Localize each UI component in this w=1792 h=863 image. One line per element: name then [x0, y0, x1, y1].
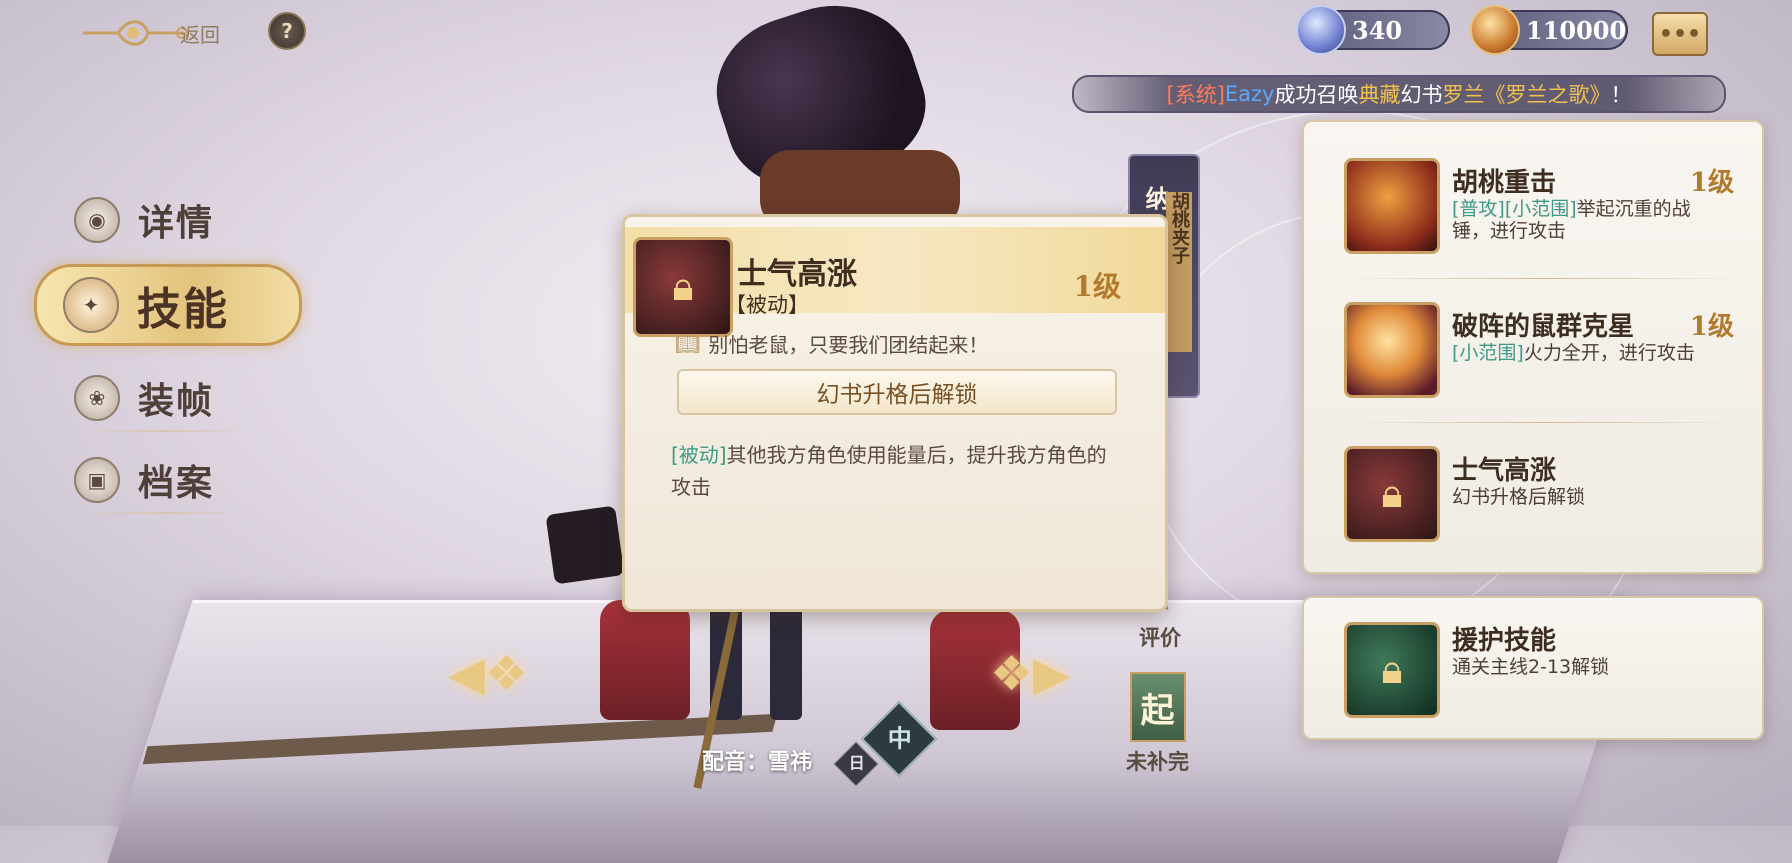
broadcast-prefix: [系统] [1166, 83, 1225, 107]
back-button[interactable]: 返回 [78, 8, 248, 58]
lotus-icon: ❀ [74, 375, 120, 421]
nav-divider [86, 430, 246, 432]
unlock-condition-button[interactable]: 幻书升格后解锁 [677, 369, 1117, 415]
crystal-gem-icon [1296, 5, 1346, 55]
popup-quote: 📖︎ 别怕老鼠，只要我们团结起来！ [675, 329, 988, 358]
popup-quote-text: 别怕老鼠，只要我们团结起来！ [708, 333, 989, 357]
soldier-left-hat [545, 505, 625, 585]
skill-name: 士气高涨 [1452, 456, 1557, 486]
nav-archive-label: 档案 [138, 462, 215, 504]
assist-skill-panel[interactable]: 🔒︎ 援护技能 通关主线2-13解锁 [1302, 596, 1764, 740]
locked-assist-icon: 🔒︎ [1344, 622, 1440, 718]
popup-level: 1级 [1073, 270, 1121, 303]
help-button[interactable]: ? [268, 12, 306, 50]
row-divider [1344, 422, 1744, 423]
row-divider [1344, 278, 1744, 279]
broadcast-player: Eazy [1224, 82, 1275, 106]
nav-divider [86, 512, 246, 514]
nav-binding[interactable]: ❀ 装帧 [74, 372, 214, 424]
book-icon: 📖︎ [675, 331, 701, 356]
popup-header: 🔒︎ 士气高涨 【被动】 1级 [625, 227, 1165, 337]
skill-desc: [小范围]火力全开，进行攻击 [1452, 342, 1712, 364]
broadcast-book: 罗兰《罗兰之歌》 [1442, 83, 1611, 107]
broadcast-suffix: ！ [1610, 83, 1632, 107]
system-broadcast: [系统] Eazy 成功召唤 典藏 幻书 罗兰《罗兰之歌》 ！ [1072, 75, 1726, 113]
voice-actor-label: 配音：雪祎 [702, 750, 813, 775]
hammer-strike-icon [1344, 158, 1440, 254]
nav-details[interactable]: ◉ 详情 [74, 194, 214, 246]
lock-icon: 🔒︎ [1381, 471, 1403, 517]
lock-icon: 🔒︎ [672, 264, 694, 310]
skill-level: 1级 [1689, 168, 1734, 198]
skill-name: 破阵的鼠群克星 [1452, 312, 1635, 342]
skill-detail-popup: 🔒︎ 士气高涨 【被动】 1级 📖︎ 别怕老鼠，只要我们团结起来！ 幻书升格后解… [622, 214, 1168, 612]
skill-tags: [普攻][小范围] [1452, 198, 1577, 220]
popup-skill-icon: 🔒︎ [633, 237, 733, 337]
soldier-left [600, 600, 690, 720]
skill-row[interactable]: 破阵的鼠群克星 1级 [小范围]火力全开，进行攻击 [1344, 302, 1744, 422]
popup-type: 【被动】 [725, 293, 809, 317]
lock-icon: 🔒︎ [1381, 647, 1403, 693]
popup-title: 士气高涨 [737, 257, 857, 292]
broadcast-text1: 成功召唤 [1274, 83, 1359, 107]
language-jp-label: 日 [848, 753, 865, 773]
skill-list-panel: 胡桃重击 1级 [普攻][小范围]举起沉重的战锤，进行攻击 破阵的鼠群克星 1级… [1302, 120, 1764, 574]
archive-icon: ▣ [74, 457, 120, 503]
skill-desc-text: 幻书升格后解锁 [1452, 486, 1586, 508]
skill-level: 1级 [1689, 312, 1734, 342]
unfinished-button[interactable]: 起 未补完 [1126, 672, 1189, 776]
popup-desc-tag: [被动] [671, 443, 727, 467]
gold-coin-icon [1470, 5, 1520, 55]
popup-desc-text: 其他我方角色使用能量后，提升我方角色的攻击 [671, 443, 1107, 499]
prev-character-arrow-icon[interactable]: ◀❖ [448, 646, 528, 702]
gold-count: 110000 [1526, 15, 1627, 45]
nav-skills-label: 技能 [137, 284, 229, 335]
eye-icon: ◉ [74, 197, 120, 243]
skill-desc: 幻书升格后解锁 [1452, 486, 1712, 508]
skill-desc: [普攻][小范围]举起沉重的战锤，进行攻击 [1452, 198, 1712, 242]
broadcast-text2: 幻书 [1400, 83, 1443, 107]
skill-icon: ✦ [63, 277, 119, 333]
skill-desc-text: 火力全开，进行攻击 [1523, 342, 1695, 364]
language-cn-label: 中 [887, 723, 912, 753]
skill-row[interactable]: 🔒︎ 士气高涨 幻书升格后解锁 [1344, 446, 1744, 566]
locked-skill-icon: 🔒︎ [1344, 446, 1440, 542]
popup-description: [被动]其他我方角色使用能量后，提升我方角色的攻击 [671, 439, 1121, 503]
nav-details-label: 详情 [138, 202, 215, 244]
skill-name: 胡桃重击 [1452, 168, 1557, 198]
gem-currency[interactable]: 340 [1296, 5, 1450, 55]
gem-count: 340 [1352, 15, 1403, 45]
next-character-arrow-icon[interactable]: ❖▶ [990, 646, 1070, 702]
gold-currency[interactable]: 110000 [1470, 5, 1628, 55]
ornate-back-arrow-icon [83, 20, 188, 46]
back-label: 返回 [180, 22, 220, 47]
review-label: 评价 [1139, 625, 1181, 650]
skill-row[interactable]: 胡桃重击 1级 [普攻][小范围]举起沉重的战锤，进行攻击 [1344, 158, 1744, 278]
book-tab-name: 胡桃夹子 [1166, 192, 1192, 352]
unfinished-label: 未补完 [1126, 749, 1189, 774]
skill-tags: [小范围] [1452, 342, 1524, 364]
broadcast-rarity: 典藏 [1358, 83, 1401, 107]
nav-binding-label: 装帧 [138, 380, 215, 422]
chat-button[interactable]: ••• [1652, 12, 1708, 56]
explosion-icon [1344, 302, 1440, 398]
assist-name: 援护技能 [1452, 626, 1557, 656]
assist-desc: 通关主线2-13解锁 [1452, 656, 1610, 678]
nav-archive[interactable]: ▣ 档案 [74, 454, 214, 506]
qi-seal-icon: 起 [1129, 672, 1186, 742]
nav-skills[interactable]: ✦ 技能 [34, 264, 302, 346]
